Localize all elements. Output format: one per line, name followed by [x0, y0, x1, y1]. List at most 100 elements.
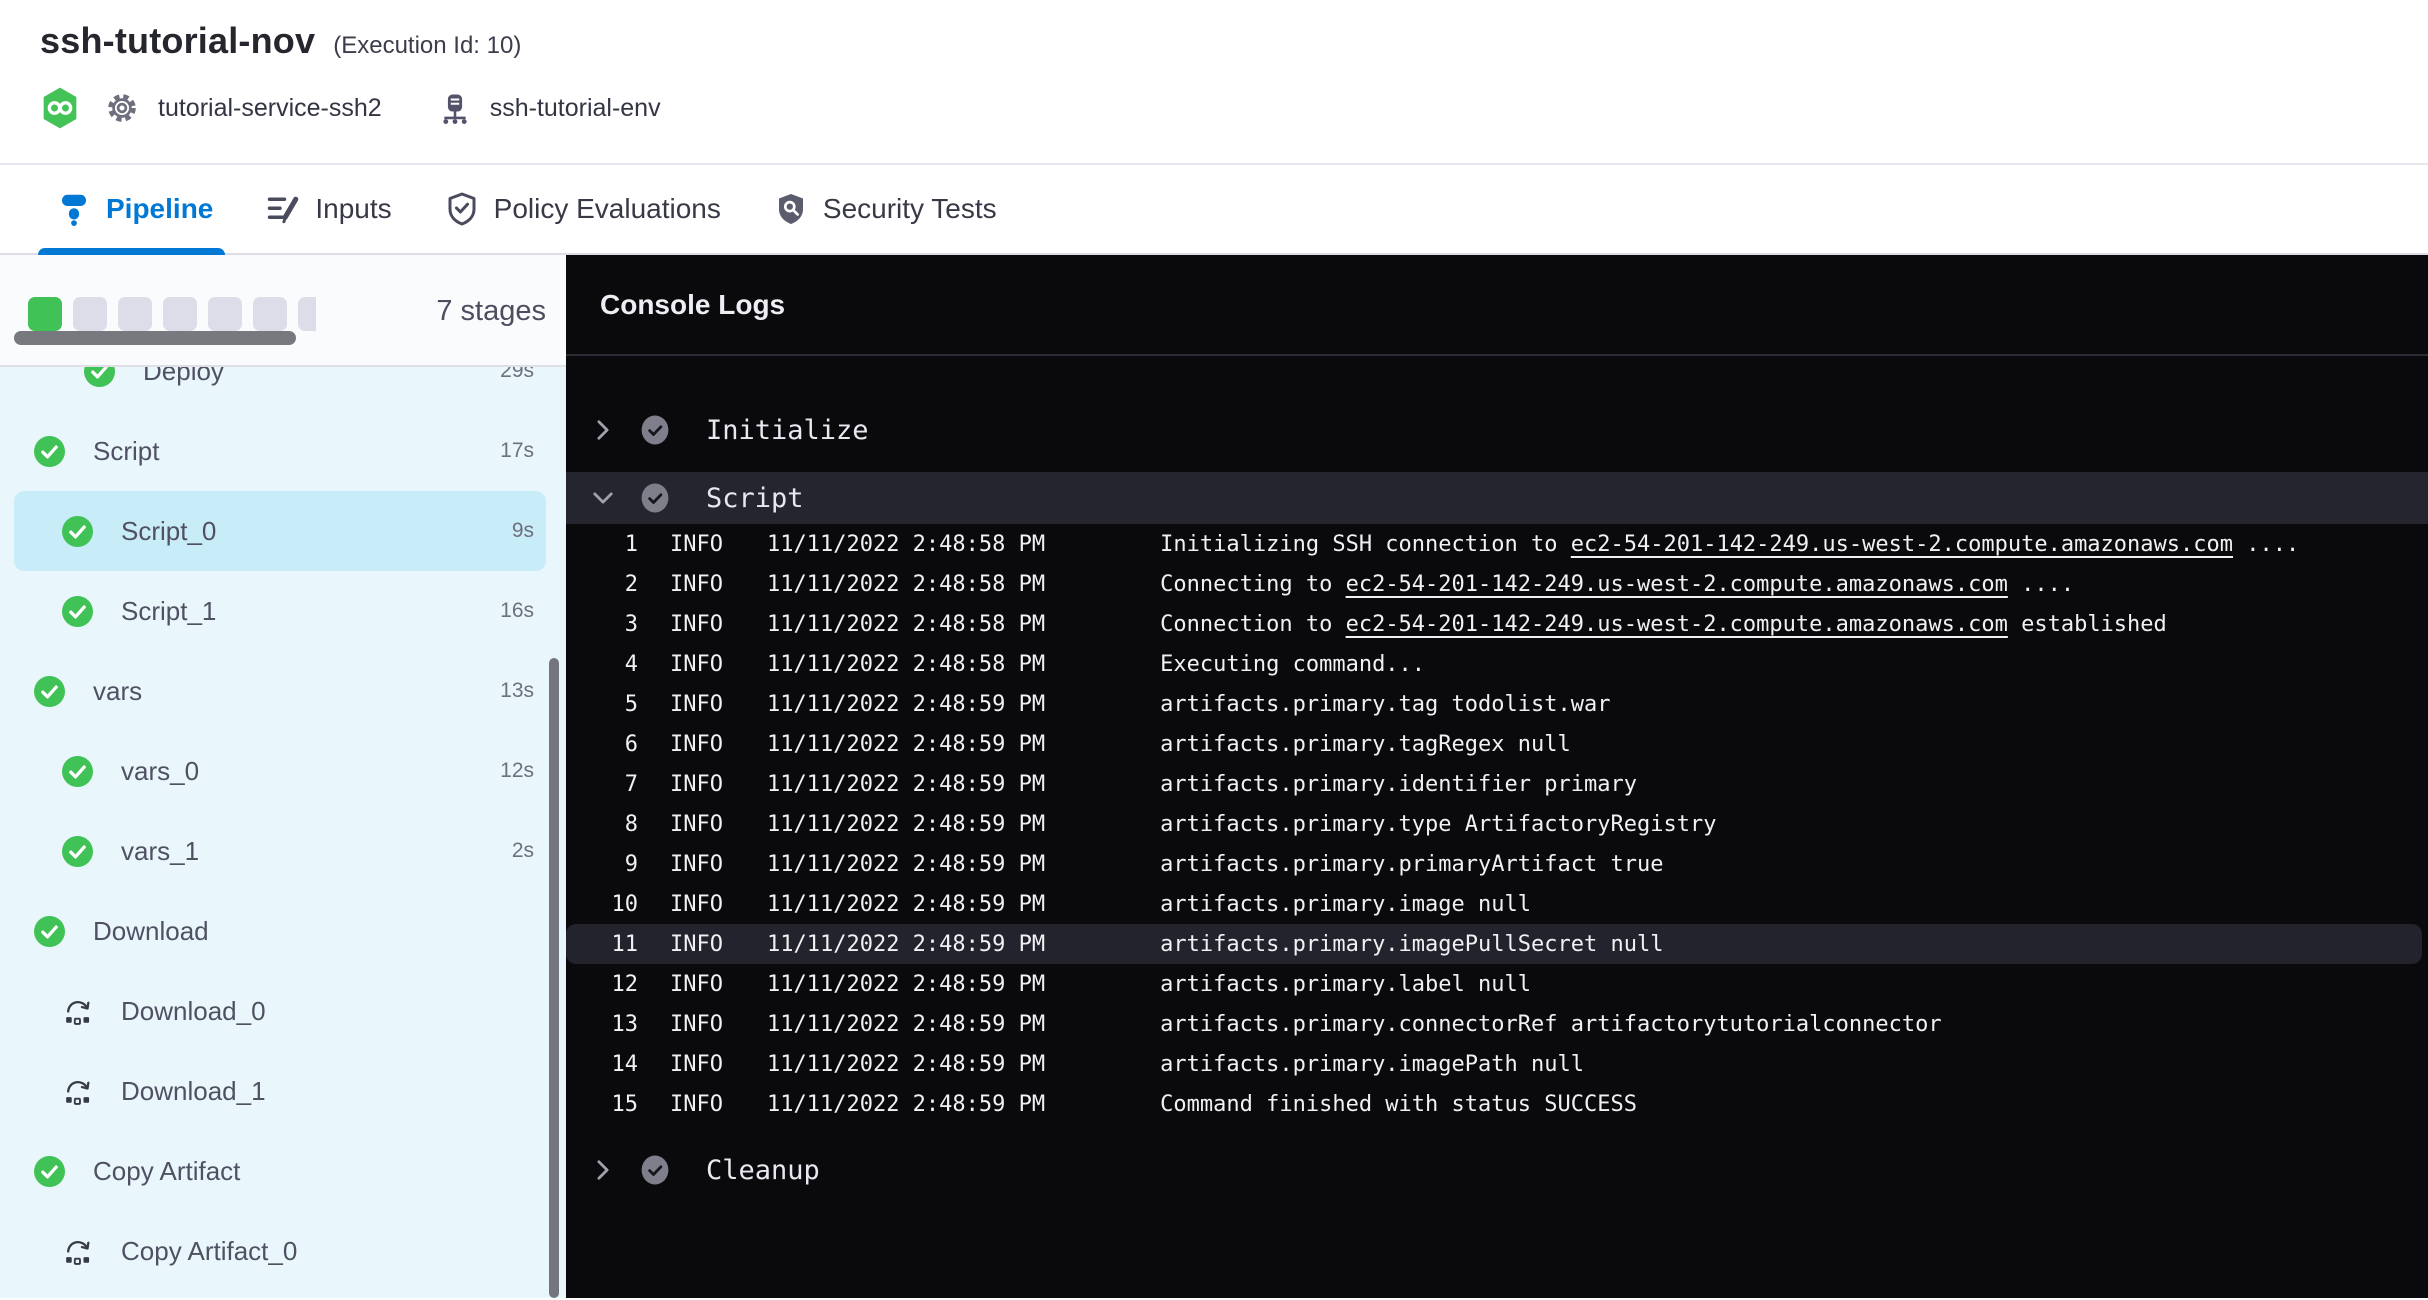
execution-tabs: Pipeline Inputs Policy Evaluations Secur… — [0, 165, 2428, 255]
tab-inputs[interactable]: Inputs — [265, 165, 391, 253]
stage-row-download-1[interactable]: Download_1 — [14, 1051, 546, 1131]
status-check-icon — [640, 1155, 670, 1185]
log-timestamp: 11/11/2022 2:48:59 PM — [767, 852, 1045, 877]
status-check-icon — [640, 415, 670, 445]
section-label: Cleanup — [706, 1155, 820, 1186]
log-message-text: artifacts.primary.imagePullSecret null — [1160, 932, 1663, 957]
log-message-text: Connecting to — [1160, 572, 1345, 597]
stage-row-copy-artifact[interactable]: Copy Artifact — [14, 1131, 546, 1211]
log-level: INFO — [670, 692, 723, 717]
log-line: 10INFO11/11/2022 2:48:59 PMartifacts.pri… — [566, 884, 2428, 924]
log-message: artifacts.primary.primaryArtifact true — [1160, 852, 1663, 877]
stage-label: vars_1 — [121, 836, 199, 867]
log-message: artifacts.primary.type ArtifactoryRegist… — [1160, 812, 1716, 837]
log-timestamp: 11/11/2022 2:48:59 PM — [767, 972, 1045, 997]
security-shield-scan-icon — [773, 191, 809, 227]
chevron-right-icon[interactable] — [592, 1159, 614, 1181]
log-host-link[interactable]: ec2-54-201-142-249.us-west-2.compute.ama… — [1346, 572, 2008, 597]
log-level: INFO — [670, 572, 723, 597]
stage-row-copy-artifact-0[interactable]: Copy Artifact_0 — [14, 1211, 546, 1291]
stage-row-vars-1[interactable]: vars_1 2s — [14, 811, 546, 891]
success-icon — [84, 367, 115, 387]
rollback-icon — [62, 1076, 93, 1107]
success-icon — [34, 916, 65, 947]
log-line-number: 1 — [566, 532, 638, 557]
chevron-down-icon[interactable] — [592, 487, 614, 509]
tab-security-tests-label: Security Tests — [823, 193, 997, 225]
log-section-cleanup[interactable]: Cleanup — [566, 1142, 2428, 1198]
log-lines: 1 INFO 11/11/2022 2:48:58 PM Initializing S… — [566, 524, 2428, 1124]
log-timestamp: 11/11/2022 2:48:58 PM — [767, 652, 1045, 677]
log-level: INFO — [670, 1092, 723, 1117]
tab-security-tests[interactable]: Security Tests — [773, 165, 997, 253]
stage-label: Download_1 — [121, 1076, 266, 1107]
log-line: 2INFO11/11/2022 2:48:58 PMConnecting to … — [566, 564, 2428, 604]
log-level: INFO — [670, 812, 723, 837]
console-body: Initialize Script 1 INFO 11/11/2022 2:48:5… — [566, 402, 2428, 1198]
log-message: artifacts.primary.identifier primary — [1160, 772, 1637, 797]
stage-row-script-0[interactable]: Script_0 9s — [14, 491, 546, 571]
stage-label: Script_1 — [121, 596, 216, 627]
log-timestamp: 11/11/2022 2:48:59 PM — [767, 812, 1045, 837]
log-line-number: 4 — [566, 652, 638, 677]
log-message-text: artifacts.primary.primaryArtifact true — [1160, 852, 1663, 877]
log-timestamp: 11/11/2022 2:48:58 PM — [767, 572, 1045, 597]
stage-label: Download — [93, 916, 209, 947]
log-message-text: artifacts.primary.label null — [1160, 972, 1531, 997]
log-level: INFO — [670, 772, 723, 797]
log-level: INFO — [670, 972, 723, 997]
stage-progress-square — [253, 297, 287, 331]
stage-row-script[interactable]: Script 17s — [14, 411, 546, 491]
log-message: artifacts.primary.imagePullSecret null — [1160, 932, 1663, 957]
success-icon — [62, 596, 93, 627]
log-message-text: .... — [2233, 532, 2299, 557]
environment-name[interactable]: ssh-tutorial-env — [490, 94, 661, 123]
tab-policy-evaluations[interactable]: Policy Evaluations — [444, 165, 721, 253]
stage-row-download-0[interactable]: Download_0 — [14, 971, 546, 1051]
log-timestamp: 11/11/2022 2:48:59 PM — [767, 932, 1045, 957]
log-timestamp: 11/11/2022 2:48:59 PM — [767, 892, 1045, 917]
chevron-right-icon[interactable] — [592, 419, 614, 441]
stage-row-vars[interactable]: vars 13s — [14, 651, 546, 731]
log-message-text: artifacts.primary.type ArtifactoryRegist… — [1160, 812, 1716, 837]
log-section-script[interactable]: Script — [566, 472, 2428, 524]
tab-policy-evaluations-label: Policy Evaluations — [494, 193, 721, 225]
policy-shield-check-icon — [444, 191, 480, 227]
stage-duration: 13s — [500, 679, 546, 703]
log-message: Initializing SSH connection to ec2-54-20… — [1160, 532, 2299, 557]
title-row: ssh-tutorial-nov (Execution Id: 10) — [40, 20, 2428, 62]
tab-pipeline[interactable]: Pipeline — [56, 165, 213, 253]
stage-row-deploy[interactable]: Deploy 29s — [14, 367, 546, 411]
log-section-initialize[interactable]: Initialize — [566, 402, 2428, 458]
stage-label: Script_0 — [121, 516, 216, 547]
success-icon — [34, 676, 65, 707]
stage-label: vars_0 — [121, 756, 199, 787]
log-line-number: 2 — [566, 572, 638, 597]
stages-horizontal-scrollbar[interactable] — [14, 331, 296, 345]
stage-row-vars-0[interactable]: vars_0 12s — [14, 731, 546, 811]
stages-vertical-scrollbar[interactable] — [549, 658, 559, 1298]
log-line: 15INFO11/11/2022 2:48:59 PMCommand finis… — [566, 1084, 2428, 1124]
log-line: 6INFO11/11/2022 2:48:59 PMartifacts.prim… — [566, 724, 2428, 764]
log-message-text: Initializing SSH connection to — [1160, 532, 1571, 557]
status-check-icon — [640, 483, 670, 513]
log-line: 11INFO11/11/2022 2:48:59 PMartifacts.pri… — [566, 924, 2422, 964]
log-level: INFO — [670, 532, 723, 557]
rollback-icon — [62, 1236, 93, 1267]
section-label: Initialize — [706, 415, 869, 446]
log-message: artifacts.primary.image null — [1160, 892, 1531, 917]
stage-row-download[interactable]: Download — [14, 891, 546, 971]
log-line-number: 15 — [566, 1092, 638, 1117]
log-timestamp: 11/11/2022 2:48:59 PM — [767, 732, 1045, 757]
log-level: INFO — [670, 732, 723, 757]
log-line: 1INFO11/11/2022 2:48:58 PMInitializing S… — [566, 524, 2428, 564]
stage-row-script-1[interactable]: Script_1 16s — [14, 571, 546, 651]
log-timestamp: 11/11/2022 2:48:59 PM — [767, 1052, 1045, 1077]
log-message: Connection to ec2-54-201-142-249.us-west… — [1160, 612, 2167, 637]
log-host-link[interactable]: ec2-54-201-142-249.us-west-2.compute.ama… — [1346, 612, 2008, 637]
service-name[interactable]: tutorial-service-ssh2 — [158, 94, 382, 123]
log-host-link[interactable]: ec2-54-201-142-249.us-west-2.compute.ama… — [1571, 532, 2233, 557]
stage-progress-square — [298, 297, 316, 331]
stage-label: Script — [93, 436, 159, 467]
stage-progress-square — [208, 297, 242, 331]
